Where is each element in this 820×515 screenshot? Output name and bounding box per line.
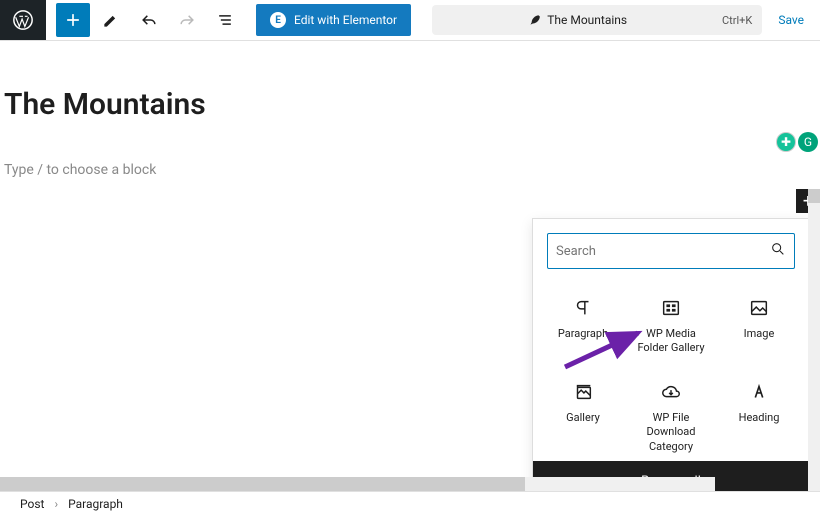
page-chip-title: The Mountains [442,13,712,27]
post-title[interactable]: The Mountains [0,41,820,122]
assistant-badge-icon[interactable]: ✚ [776,132,796,152]
image-icon [748,297,770,319]
add-block-button[interactable] [56,3,90,37]
list-icon [215,10,235,30]
edit-with-elementor-button[interactable]: E Edit with Elementor [256,4,411,36]
vertical-scrollbar[interactable] [808,189,820,491]
undo-button[interactable] [132,3,166,37]
block-label: Paragraph [552,327,614,341]
elementor-icon: E [270,12,286,28]
top-toolbar: E Edit with Elementor The Mountains Ctrl… [0,0,820,40]
search-icon [770,241,786,261]
wordpress-icon [12,9,34,31]
block-placeholder[interactable]: Type / to choose a block [0,122,820,178]
media-gallery-icon [660,297,682,319]
grammarly-badge-icon[interactable]: G [798,132,818,152]
breadcrumb-root[interactable]: Post [20,497,44,511]
page-chip[interactable]: The Mountains Ctrl+K [432,5,762,35]
search-input[interactable] [556,244,770,259]
redo-button[interactable] [170,3,204,37]
block-wp-media-folder-gallery[interactable]: WP Media Folder Gallery [627,283,715,365]
block-inserter-panel: Paragraph WP Media Folder Gallery Image … [532,218,810,502]
heading-icon [748,381,770,403]
wordpress-logo[interactable] [0,0,46,40]
block-grid: Paragraph WP Media Folder Gallery Image … [533,283,809,461]
tool-group [46,3,244,37]
feather-icon [527,13,541,27]
elementor-label: Edit with Elementor [294,13,397,27]
cloud-download-icon [660,381,682,403]
document-overview-button[interactable] [208,3,242,37]
pencil-icon [101,10,121,30]
horizontal-scrollbar[interactable] [0,477,525,491]
block-image[interactable]: Image [715,283,803,365]
block-gallery[interactable]: Gallery [539,367,627,449]
redo-icon [177,10,197,30]
edit-tool-button[interactable] [94,3,128,37]
block-label: WP File Download Category [627,411,715,454]
block-wp-file-download-category[interactable]: WP File Download Category [627,367,715,449]
gallery-icon [572,381,594,403]
block-heading[interactable]: Heading [715,367,803,449]
inserter-search[interactable] [547,233,795,269]
paragraph-icon [572,297,594,319]
save-draft-link[interactable]: Save [762,13,820,27]
block-label: Heading [733,411,786,425]
undo-icon [139,10,159,30]
block-label: Gallery [560,411,606,425]
chevron-right-icon: › [54,497,58,511]
page-chip-shortcut: Ctrl+K [722,14,752,27]
side-badges: ✚ G [776,132,818,152]
block-paragraph[interactable]: Paragraph [539,283,627,365]
breadcrumb-current[interactable]: Paragraph [68,497,123,511]
breadcrumb: Post › Paragraph [0,491,820,515]
block-label: Image [738,327,781,341]
plus-icon [63,10,83,30]
block-label: WP Media Folder Gallery [627,327,715,356]
